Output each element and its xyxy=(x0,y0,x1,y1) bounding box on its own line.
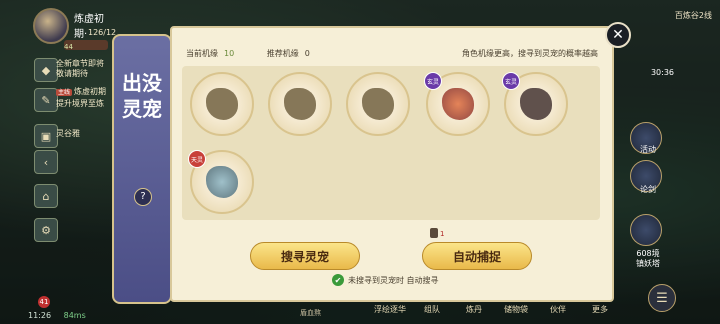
seek-token-icon xyxy=(430,228,438,238)
spirit-pet-dialog: 出没灵宠 ? 当前机缘 10 推荐机缘 0 角色机缘更高，搜寻到灵宠的概率越高 玄灵… xyxy=(112,22,631,304)
bottom-item-alchemy[interactable]: 炼丹 xyxy=(456,300,492,324)
pet-slot-3[interactable] xyxy=(346,72,410,136)
rank-badge: 玄灵 xyxy=(502,72,520,90)
status-bar: 11:26 84ms xyxy=(28,311,86,320)
left-hud: 炼虚初期· 126/12 44 ◆ ✎ ▣ ‹ ⌂ ⚙ 全新章节即将 敬请期待 … xyxy=(0,0,116,324)
collapse-icon[interactable]: ‹ xyxy=(34,150,58,174)
bottom-item-partner[interactable]: 伙伴 xyxy=(540,300,576,324)
close-icon[interactable]: ✕ xyxy=(605,22,631,48)
activity-label: 活动 xyxy=(640,145,656,154)
player-avatar[interactable] xyxy=(33,8,69,44)
map-icon[interactable]: ◆ xyxy=(34,58,58,82)
bottom-item-team[interactable]: 组队 xyxy=(414,300,450,324)
auto-search-toggle[interactable]: ✔ 未搜寻到灵宠时 自动搜寻 xyxy=(332,274,439,286)
tower-label: 镇妖塔 xyxy=(636,259,660,268)
dialog-title-banner: 出没灵宠 ? xyxy=(112,34,172,304)
xp-badge: 44 xyxy=(64,43,73,51)
pet-silhouette xyxy=(362,88,394,120)
auto-capture-button[interactable]: 自动捕捉 xyxy=(422,242,532,270)
search-pet-button[interactable]: 搜寻灵宠 xyxy=(250,242,360,270)
bottom-item-inventory[interactable]: 储物袋 xyxy=(498,300,534,324)
scroll-icon[interactable]: ✎ xyxy=(34,88,58,112)
pet-slot-1[interactable] xyxy=(190,72,254,136)
pet-portrait xyxy=(520,88,552,120)
pet-slot-2[interactable] xyxy=(268,72,332,136)
pet-silhouette xyxy=(284,88,316,120)
pet-portrait xyxy=(442,88,474,120)
bottom-menu: 浮绘逐华 组队 炼丹 储物袋 伙伴 更多 xyxy=(372,300,632,324)
demon-tower-button[interactable] xyxy=(630,214,662,246)
fortune-hint: 角色机缘更高，搜寻到灵宠的概率越高 xyxy=(462,49,598,58)
chest-icon[interactable]: ▣ xyxy=(34,124,58,148)
rank-badge: 天灵 xyxy=(188,150,206,168)
quest-line: 炼虚初期 xyxy=(74,87,107,96)
bottom-item-huihua[interactable]: 浮绘逐华 xyxy=(372,300,408,324)
quest-line[interactable]: 灵谷雅 xyxy=(56,128,80,139)
chat-unread-badge[interactable]: 41 xyxy=(38,296,50,308)
quest-line[interactable]: 提升境界至炼 xyxy=(56,98,104,109)
pet-slot-5[interactable]: 玄灵 xyxy=(502,72,568,136)
pagoda-icon[interactable]: ⌂ xyxy=(34,184,58,208)
current-fortune-value: 10 xyxy=(224,49,235,58)
pet-grid: 玄灵 玄灵 天灵 xyxy=(182,66,600,220)
map-location[interactable]: 百炼谷2线 xyxy=(675,10,712,21)
pet-slot-6[interactable]: 天灵 xyxy=(188,150,254,214)
recommended-fortune-label: 推荐机缘 xyxy=(266,49,299,58)
auto-search-label: 未搜寻到灵宠时 自动搜寻 xyxy=(348,275,439,285)
checkmark-icon[interactable]: ✔ xyxy=(332,274,344,286)
bottom-status-text: 盾血熬 xyxy=(300,309,321,317)
dialog-title: 出没灵宠 xyxy=(122,71,162,121)
seek-token-count: 1 xyxy=(440,230,445,238)
pet-portrait xyxy=(206,166,238,198)
pet-silhouette xyxy=(206,88,238,120)
quest-line[interactable]: 敬请期待 xyxy=(56,68,88,79)
bottom-item-more[interactable]: 更多 xyxy=(582,300,618,324)
quest-main[interactable]: 主线 炼虚初期 xyxy=(56,86,106,97)
right-hud: 百炼谷2线 30:36 活动 论剑 608境 镇妖塔 ☰ xyxy=(620,0,720,324)
help-icon[interactable]: ? xyxy=(134,188,152,206)
gear-icon[interactable]: ⚙ xyxy=(34,218,58,242)
rank-badge: 玄灵 xyxy=(424,72,442,90)
map-timer: 30:36 xyxy=(650,68,674,77)
dialog-panel: 当前机缘 10 推荐机缘 0 角色机缘更高，搜寻到灵宠的概率越高 玄灵 玄灵 天灵 … xyxy=(170,26,614,302)
current-fortune-label: 当前机缘 xyxy=(186,49,218,58)
quest-tag: 主线 xyxy=(56,89,73,96)
menu-icon[interactable]: ☰ xyxy=(648,284,676,312)
recommended-fortune-value: 0 xyxy=(304,49,310,58)
clock: 11:26 xyxy=(28,311,52,320)
fortune-stats: 当前机缘 10 推荐机缘 0 xyxy=(186,48,340,59)
duel-label: 论剑 xyxy=(640,185,656,194)
pet-slot-4[interactable]: 玄灵 xyxy=(424,72,490,136)
latency: 84ms xyxy=(63,311,86,320)
